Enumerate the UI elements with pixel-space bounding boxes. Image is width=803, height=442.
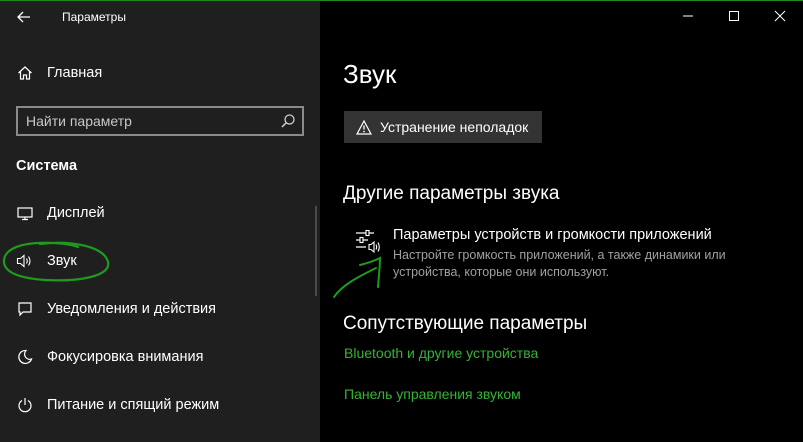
minimize-icon: [683, 15, 693, 17]
search-input[interactable]: [26, 111, 276, 131]
sliders-speaker-icon: [356, 229, 380, 254]
sidebar-scrollbar[interactable]: [315, 206, 317, 296]
minimize-button[interactable]: [665, 1, 711, 31]
main-content: Звук Устранение неполадок Другие парамет…: [320, 1, 803, 442]
troubleshoot-button[interactable]: Устранение неполадок: [344, 111, 543, 143]
moon-icon: [16, 348, 34, 366]
back-arrow-icon: [17, 11, 30, 23]
troubleshoot-label: Устранение неполадок: [380, 119, 529, 135]
sound-control-panel-link[interactable]: Панель управления звуком: [344, 386, 521, 402]
close-icon: [774, 10, 786, 22]
app-title: Параметры: [62, 10, 126, 24]
sidebar-item-label: Звук: [47, 253, 77, 269]
related-settings-heading: Сопутствующие параметры: [343, 313, 588, 334]
sidebar-item-label: Уведомления и действия: [47, 301, 216, 317]
sidebar-item-label: Питание и спящий режим: [47, 397, 220, 413]
maximize-button[interactable]: [711, 1, 757, 31]
power-icon: [16, 396, 34, 414]
search-box[interactable]: [16, 106, 304, 136]
speaker-icon: [16, 252, 34, 270]
search-icon[interactable]: [280, 113, 296, 129]
notification-icon: [16, 300, 34, 318]
sidebar-item-label: Дисплей: [47, 205, 105, 221]
other-settings-heading: Другие параметры звука: [343, 183, 560, 204]
device-settings-title: Параметры устройств и громкости приложен…: [393, 227, 712, 243]
sidebar-home-label: Главная: [47, 65, 103, 81]
maximize-icon: [729, 11, 739, 21]
sidebar-item-power[interactable]: Питание и спящий режим: [0, 385, 320, 425]
sidebar-item-focus-assist[interactable]: Фокусировка внимания: [0, 337, 320, 377]
monitor-icon: [16, 204, 34, 222]
sidebar-item-sound[interactable]: Звук: [0, 241, 320, 281]
warning-icon: [356, 119, 372, 135]
back-button[interactable]: [10, 5, 38, 29]
page-title: Звук: [343, 59, 397, 89]
settings-window: Параметры Главная Система: [0, 0, 803, 442]
window-controls: [665, 1, 803, 33]
sidebar: Параметры Главная Система: [0, 1, 320, 442]
close-button[interactable]: [757, 1, 803, 31]
device-volume-settings-link[interactable]: Параметры устройств и громкости приложен…: [344, 223, 784, 283]
bluetooth-devices-link[interactable]: Bluetooth и другие устройства: [344, 345, 538, 361]
sidebar-item-notifications[interactable]: Уведомления и действия: [0, 289, 320, 329]
sidebar-item-display[interactable]: Дисплей: [0, 193, 320, 233]
titlebar-left: Параметры: [0, 1, 320, 33]
home-icon: [16, 64, 34, 82]
sidebar-item-label: Фокусировка внимания: [47, 349, 204, 365]
sidebar-section-heading: Система: [16, 158, 78, 174]
device-settings-description: Настройте громкость приложений, а также …: [393, 248, 726, 279]
sidebar-item-home[interactable]: Главная: [0, 53, 320, 93]
